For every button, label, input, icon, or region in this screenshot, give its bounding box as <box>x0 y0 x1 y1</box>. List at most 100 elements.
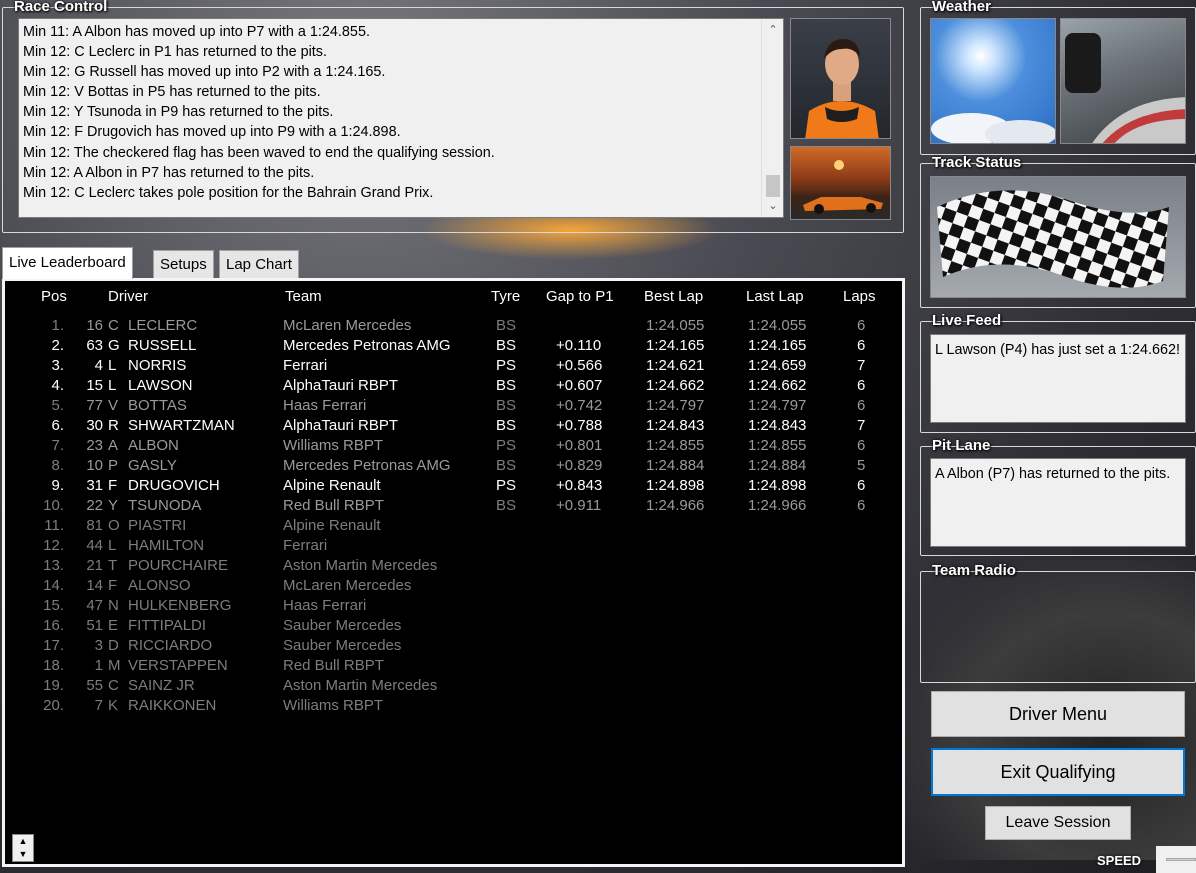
cell-init: A <box>108 437 119 454</box>
cell-last: 1:24.884 <box>748 457 807 474</box>
cell-tyre: BS <box>496 457 517 474</box>
header-last-lap[interactable]: Last Lap <box>746 288 804 305</box>
table-row[interactable]: 13. 21 T POURCHAIRE Aston Martin Mercedes <box>5 557 902 577</box>
header-team[interactable]: Team <box>285 288 322 305</box>
cell-pos: 11. <box>44 517 64 534</box>
sun-icon <box>931 113 1055 143</box>
header-laps[interactable]: Laps <box>843 288 876 305</box>
race-control-title: Race Control <box>14 0 108 15</box>
leave-session-button[interactable]: Leave Session <box>985 806 1131 840</box>
table-row[interactable]: 19. 55 C SAINZ JR Aston Martin Mercedes <box>5 677 902 697</box>
tab-live-leaderboard[interactable]: Live Leaderboard <box>2 247 133 279</box>
exit-qualifying-button[interactable]: Exit Qualifying <box>931 748 1185 796</box>
cell-init: E <box>108 617 119 634</box>
cell-name: PIASTRI <box>128 517 187 534</box>
team-radio-title: Team Radio <box>932 562 1016 579</box>
cell-pos: 14. <box>43 577 64 594</box>
tyre-kerb-icon <box>1065 33 1185 143</box>
cell-init: F <box>108 477 118 494</box>
table-row[interactable]: 2. 63 G RUSSELL Mercedes Petronas AMG BS +0.11… <box>5 337 902 357</box>
race-control-message: Min 11: A Albon has moved up into P7 wit… <box>23 24 370 40</box>
checkered-flag-image <box>930 176 1186 298</box>
cell-num: 31 <box>86 477 103 494</box>
cell-num: 55 <box>86 677 103 694</box>
cell-num: 22 <box>86 497 103 514</box>
cell-last: 1:24.659 <box>748 357 807 374</box>
table-row[interactable]: 11. 81 O PIASTRI Alpine Renault <box>5 517 902 537</box>
cell-laps: 6 <box>857 337 866 354</box>
weather-title: Weather <box>932 0 991 15</box>
tab-setups[interactable]: Setups <box>153 250 214 278</box>
cell-gap: +0.566 <box>556 357 603 374</box>
table-row[interactable]: 9. 31 F DRUGOVICH Alpine Renault PS +0.843 1:24… <box>5 477 902 497</box>
tab-lap-chart[interactable]: Lap Chart <box>219 250 299 278</box>
table-row[interactable]: 4. 15 L LAWSON AlphaTauri RBPT BS +0.607 1:24.6… <box>5 377 902 397</box>
spin-up-icon[interactable]: ▲ <box>13 835 33 848</box>
cell-init: L <box>108 357 117 374</box>
spin-down-icon[interactable]: ▼ <box>13 848 33 861</box>
table-row[interactable]: 5. 77 V BOTTAS Haas Ferrari BS +0.742 1:24.797 1… <box>5 397 902 417</box>
table-row[interactable]: 7. 23 A ALBON Williams RBPT PS +0.801 1:24.855 1… <box>5 437 902 457</box>
speed-label: SPEED <box>1097 853 1142 868</box>
table-row[interactable]: 20. 7 K RAIKKONEN Williams RBPT <box>5 697 902 717</box>
table-row[interactable]: 8. 10 P GASLY Mercedes Petronas AMG BS +0.829 1… <box>5 457 902 477</box>
scroll-thumb[interactable] <box>766 175 780 197</box>
header-gap[interactable]: Gap to P1 <box>546 288 614 305</box>
table-row[interactable]: 14. 14 F ALONSO McLaren Mercedes <box>5 577 902 597</box>
cell-team: Aston Martin Mercedes <box>283 677 438 694</box>
driver-menu-button[interactable]: Driver Menu <box>931 691 1185 737</box>
table-row[interactable]: 1. 16 C LECLERC McLaren Mercedes BS 1:24.055 1:… <box>5 317 902 337</box>
cell-best: 1:24.843 <box>646 417 705 434</box>
header-pos[interactable]: Pos <box>41 288 67 305</box>
cell-pos: 19. <box>43 677 64 694</box>
cell-team: McLaren Mercedes <box>283 317 412 334</box>
cell-last: 1:24.797 <box>748 397 807 414</box>
cell-best: 1:24.165 <box>646 337 705 354</box>
cell-init: P <box>108 457 119 474</box>
cell-best: 1:24.797 <box>646 397 705 414</box>
cell-team: AlphaTauri RBPT <box>283 377 399 394</box>
cell-init: C <box>108 677 119 694</box>
cell-name: GASLY <box>128 457 177 474</box>
cell-last: 1:24.855 <box>748 437 807 454</box>
scroll-down-icon[interactable]: ⌄ <box>762 197 784 215</box>
cell-pos: 16. <box>43 617 64 634</box>
live-feed-text[interactable]: L Lawson (P4) has just set a 1:24.662! <box>930 334 1186 423</box>
table-row[interactable]: 6. 30 R SHWARTZMAN AlphaTauri RBPT BS +0.788 1:… <box>5 417 902 437</box>
cell-pos: 3. <box>51 357 64 374</box>
cell-tyre: BS <box>496 377 517 394</box>
header-driver[interactable]: Driver <box>108 288 148 305</box>
cell-init: F <box>108 577 118 594</box>
pit-lane-text[interactable]: A Albon (P7) has returned to the pits. <box>930 458 1186 547</box>
leaderboard-panel[interactable]: Pos Driver Team Tyre Gap to P1 Best Lap … <box>2 278 905 867</box>
cell-last: 1:24.165 <box>748 337 807 354</box>
table-row[interactable]: 18. 1 M VERSTAPPEN Red Bull RBPT <box>5 657 902 677</box>
table-row[interactable]: 3. 4 L NORRIS Ferrari PS +0.566 1:24.621 1:24.65… <box>5 357 902 377</box>
header-best-lap[interactable]: Best Lap <box>644 288 703 305</box>
cell-team: Mercedes Petronas AMG <box>283 337 451 354</box>
cell-name: ALONSO <box>128 577 191 594</box>
table-row[interactable]: 15. 47 N HULKENBERG Haas Ferrari <box>5 597 902 617</box>
race-control-log[interactable]: Min 11: A Albon has moved up into P7 wit… <box>18 18 784 218</box>
cell-laps: 6 <box>857 497 866 514</box>
driver-portrait <box>790 18 891 139</box>
table-row[interactable]: 17. 3 D RICCIARDO Sauber Mercedes <box>5 637 902 657</box>
cell-last: 1:24.055 <box>748 317 807 334</box>
table-row[interactable]: 16. 51 E FITTIPALDI Sauber Mercedes <box>5 617 902 637</box>
race-control-scrollbar[interactable]: ⌃ ⌄ <box>761 19 783 217</box>
cell-init: R <box>108 417 119 434</box>
table-row[interactable]: 12. 44 L HAMILTON Ferrari <box>5 537 902 557</box>
leaderboard-spinner[interactable]: ▲ ▼ <box>12 834 34 862</box>
cell-last: 1:24.898 <box>748 477 807 494</box>
table-row[interactable]: 10. 22 Y TSUNODA Red Bull RBPT BS +0.911 1:24.9… <box>5 497 902 517</box>
cell-tyre: BS <box>496 417 517 434</box>
cell-init: G <box>108 337 120 354</box>
speed-slider-track[interactable] <box>1166 858 1196 861</box>
header-tyre[interactable]: Tyre <box>491 288 520 305</box>
car-photo <box>790 146 891 220</box>
cell-laps: 6 <box>857 477 866 494</box>
scroll-up-icon[interactable]: ⌃ <box>762 21 784 39</box>
cell-name: ALBON <box>128 437 179 454</box>
cell-init: V <box>108 397 119 414</box>
cell-pos: 5. <box>51 397 64 414</box>
